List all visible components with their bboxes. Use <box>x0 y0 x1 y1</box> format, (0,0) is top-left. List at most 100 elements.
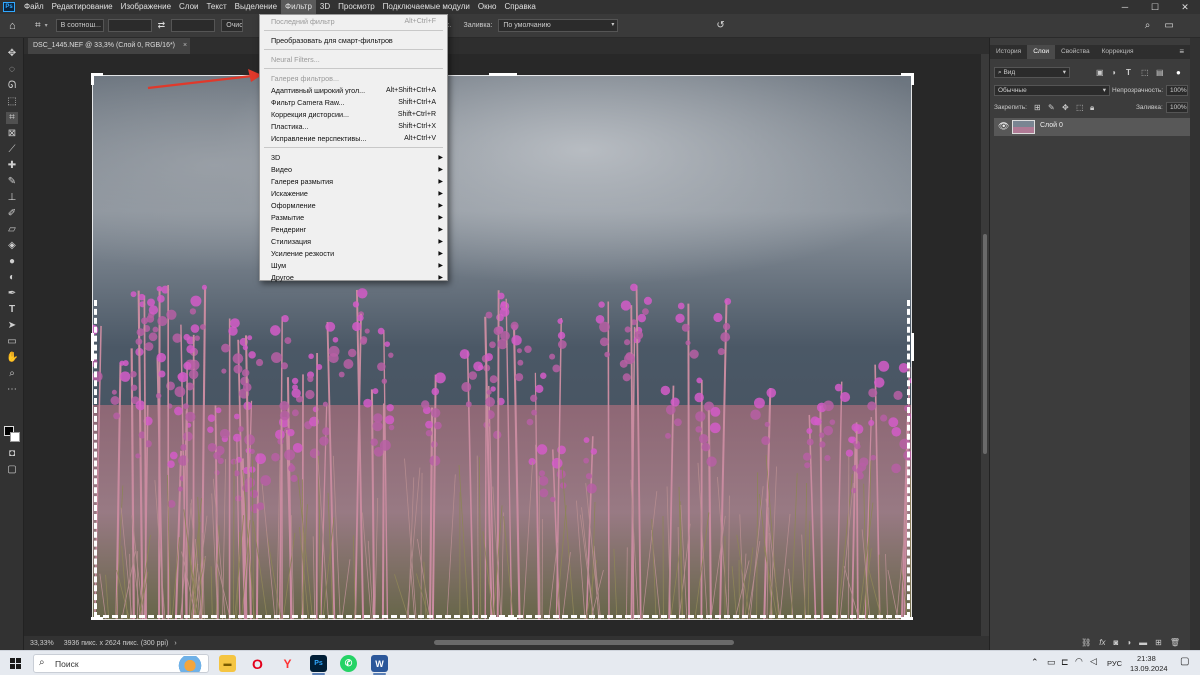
eraser-tool-icon[interactable]: ▱ <box>6 224 18 236</box>
clone-stamp-tool-icon[interactable]: ⊥ <box>6 192 18 204</box>
crop-handle-top-right-v[interactable] <box>911 73 914 85</box>
filter-menu-item[interactable]: Усиление резкости ▶ <box>260 248 447 260</box>
object-selection-tool-icon[interactable]: ⬚ <box>6 96 18 108</box>
chevron-down-icon[interactable]: ▾ <box>45 22 48 29</box>
pen-tool-icon[interactable]: ✒ <box>6 288 18 300</box>
frame-tool-icon[interactable]: ⊠ <box>6 128 18 140</box>
yandex-icon[interactable]: Y <box>279 655 296 672</box>
panel-tab-3[interactable]: Коррекция <box>1096 45 1140 59</box>
adjustment-layer-icon[interactable]: ◑ <box>1126 638 1131 647</box>
panel-menu-icon[interactable]: ≡ <box>1179 47 1184 56</box>
wifi-icon[interactable]: ◠ <box>1075 656 1083 667</box>
menu-item-0[interactable]: Файл <box>20 0 48 14</box>
vertical-scroll-thumb[interactable] <box>983 234 987 454</box>
horizontal-scroll-thumb[interactable] <box>434 640 734 645</box>
network-icon[interactable]: ▭ <box>1047 657 1056 668</box>
close-icon[interactable]: ✕ <box>1170 0 1200 14</box>
filter-menu-item[interactable]: Преобразовать для смарт-фильтров <box>260 35 447 47</box>
crop-tool-icon[interactable]: ⌗ <box>6 112 18 124</box>
fill-input[interactable]: 100% <box>1166 102 1188 113</box>
ratio-select[interactable]: В соотнош... <box>55 19 104 32</box>
fill-select[interactable]: По умолчанию ▾ <box>498 19 619 32</box>
home-icon[interactable]: ⌂ <box>9 20 23 32</box>
menu-item-1[interactable]: Редактирование <box>48 0 117 14</box>
menu-item-6[interactable]: Фильтр <box>281 0 316 14</box>
crop-handle-right[interactable] <box>911 333 914 361</box>
blur-tool-icon[interactable]: ● <box>6 256 18 268</box>
notifications-icon[interactable]: ▢ <box>1180 656 1189 667</box>
filter-menu-item[interactable]: Размытие ▶ <box>260 212 447 224</box>
panel-tab-0[interactable]: История <box>990 45 1027 59</box>
vertical-scrollbar[interactable] <box>981 54 989 636</box>
menu-item-5[interactable]: Выделение <box>231 0 281 14</box>
height-input[interactable] <box>171 19 216 32</box>
photoshop-icon[interactable]: Ps <box>310 655 327 672</box>
menu-item-4[interactable]: Текст <box>202 0 230 14</box>
workspace-icon[interactable]: ▭ <box>1164 20 1173 31</box>
filter-menu-item[interactable]: Фильтр Camera Raw... Shift+Ctrl+A <box>260 97 447 109</box>
screen-mode-icon[interactable]: ▢ <box>6 464 18 476</box>
paint-bucket-tool-icon[interactable]: ◈ <box>6 240 18 252</box>
minimize-icon[interactable]: ─ <box>1110 0 1140 14</box>
dodge-tool-icon[interactable]: ◐ <box>6 272 18 284</box>
menu-item-10[interactable]: Окно <box>474 0 501 14</box>
lock-all-icon[interactable]: 🔒︎ <box>1090 103 1094 113</box>
document-tab[interactable]: DSC_1445.NEF @ 33,3% (Слой 0, RGB/16*) × <box>28 38 190 54</box>
chevron-up-icon[interactable]: ⌃ <box>1031 657 1039 668</box>
panel-tab-1[interactable]: Слои <box>1027 45 1056 59</box>
marquee-tool-icon[interactable]: ◌ <box>6 64 18 76</box>
rectangle-tool-icon[interactable]: ▭ <box>6 336 18 348</box>
crop-handle-top-left-v[interactable] <box>91 73 94 85</box>
filter-menu-item[interactable]: Коррекция дисторсии... Shift+Ctrl+R <box>260 109 447 121</box>
usb-icon[interactable]: ⊏ <box>1061 657 1069 668</box>
brush-tool-icon[interactable]: ✎ <box>6 176 18 188</box>
crop-handle-left[interactable] <box>91 333 94 361</box>
more-tools-icon[interactable]: ⋯ <box>6 384 18 396</box>
menu-item-8[interactable]: Просмотр <box>334 0 379 14</box>
filter-smart-icon[interactable]: ▤ <box>1156 68 1164 77</box>
photoshop-logo-icon[interactable]: Ps <box>3 2 15 12</box>
menu-item-3[interactable]: Слои <box>175 0 202 14</box>
crop-handle-bottom[interactable] <box>489 617 517 620</box>
link-layers-icon[interactable]: ⛓ <box>1081 638 1091 647</box>
reset-icon[interactable]: ↺ <box>716 20 724 31</box>
menu-item-11[interactable]: Справка <box>500 0 539 14</box>
fx-icon[interactable]: fx <box>1099 638 1105 647</box>
filter-type-icon[interactable]: T <box>1126 68 1131 77</box>
layer-row[interactable]: 👁︎ Слой 0 <box>994 118 1190 136</box>
swap-icon[interactable]: ⇄ <box>158 20 166 31</box>
background-color-swatch[interactable] <box>10 432 20 442</box>
clock-time[interactable]: 21:38 <box>1137 654 1156 663</box>
filter-menu-item[interactable]: Оформление ▶ <box>260 200 447 212</box>
filter-menu-item[interactable]: Стилизация ▶ <box>260 236 447 248</box>
horizontal-scrollbar[interactable] <box>24 636 981 650</box>
blend-mode-select[interactable]: Обычные ▾ <box>994 85 1110 96</box>
crop-handle-bottom-right[interactable] <box>901 617 913 620</box>
trash-icon[interactable]: 🗑︎ <box>1170 638 1180 647</box>
filter-menu-item[interactable]: Пластика... Shift+Ctrl+X <box>260 121 447 133</box>
panel-tab-2[interactable]: Свойства <box>1055 45 1096 59</box>
lasso-tool-icon[interactable]: ᘏ <box>6 80 18 92</box>
clock-date[interactable]: 13.09.2024 <box>1130 664 1168 673</box>
eyedropper-tool-icon[interactable]: ⟋ <box>6 144 18 156</box>
windows-start-icon[interactable] <box>10 658 21 669</box>
whatsapp-icon[interactable]: ✆ <box>340 655 357 672</box>
opacity-input[interactable]: 100% <box>1166 85 1188 96</box>
lock-paint-icon[interactable]: ✎ <box>1048 103 1055 112</box>
speaker-icon[interactable]: ◁ <box>1090 656 1097 667</box>
history-brush-tool-icon[interactable]: ✐ <box>6 208 18 220</box>
path-selection-tool-icon[interactable]: ➤ <box>6 320 18 332</box>
type-tool-icon[interactable]: T <box>6 304 18 316</box>
move-tool-icon[interactable]: ✥ <box>6 48 18 60</box>
lock-pixels-icon[interactable]: ⊞ <box>1034 103 1041 112</box>
new-layer-icon[interactable]: ⊞ <box>1155 638 1162 647</box>
explorer-icon[interactable]: ▬ <box>219 655 236 672</box>
filter-menu-item[interactable]: Адаптивный широкий угол... Alt+Shift+Ctrl… <box>260 85 447 97</box>
healing-brush-tool-icon[interactable]: ✚ <box>6 160 18 172</box>
menu-item-7[interactable]: 3D <box>316 0 334 14</box>
layer-name[interactable]: Слой 0 <box>1040 122 1063 129</box>
filter-menu-item[interactable]: Галерея размытия ▶ <box>260 176 447 188</box>
language-indicator[interactable]: РУС <box>1107 659 1122 668</box>
filter-menu-item[interactable]: Другое ▶ <box>260 272 447 284</box>
menu-item-9[interactable]: Подключаемые модули <box>379 0 474 14</box>
